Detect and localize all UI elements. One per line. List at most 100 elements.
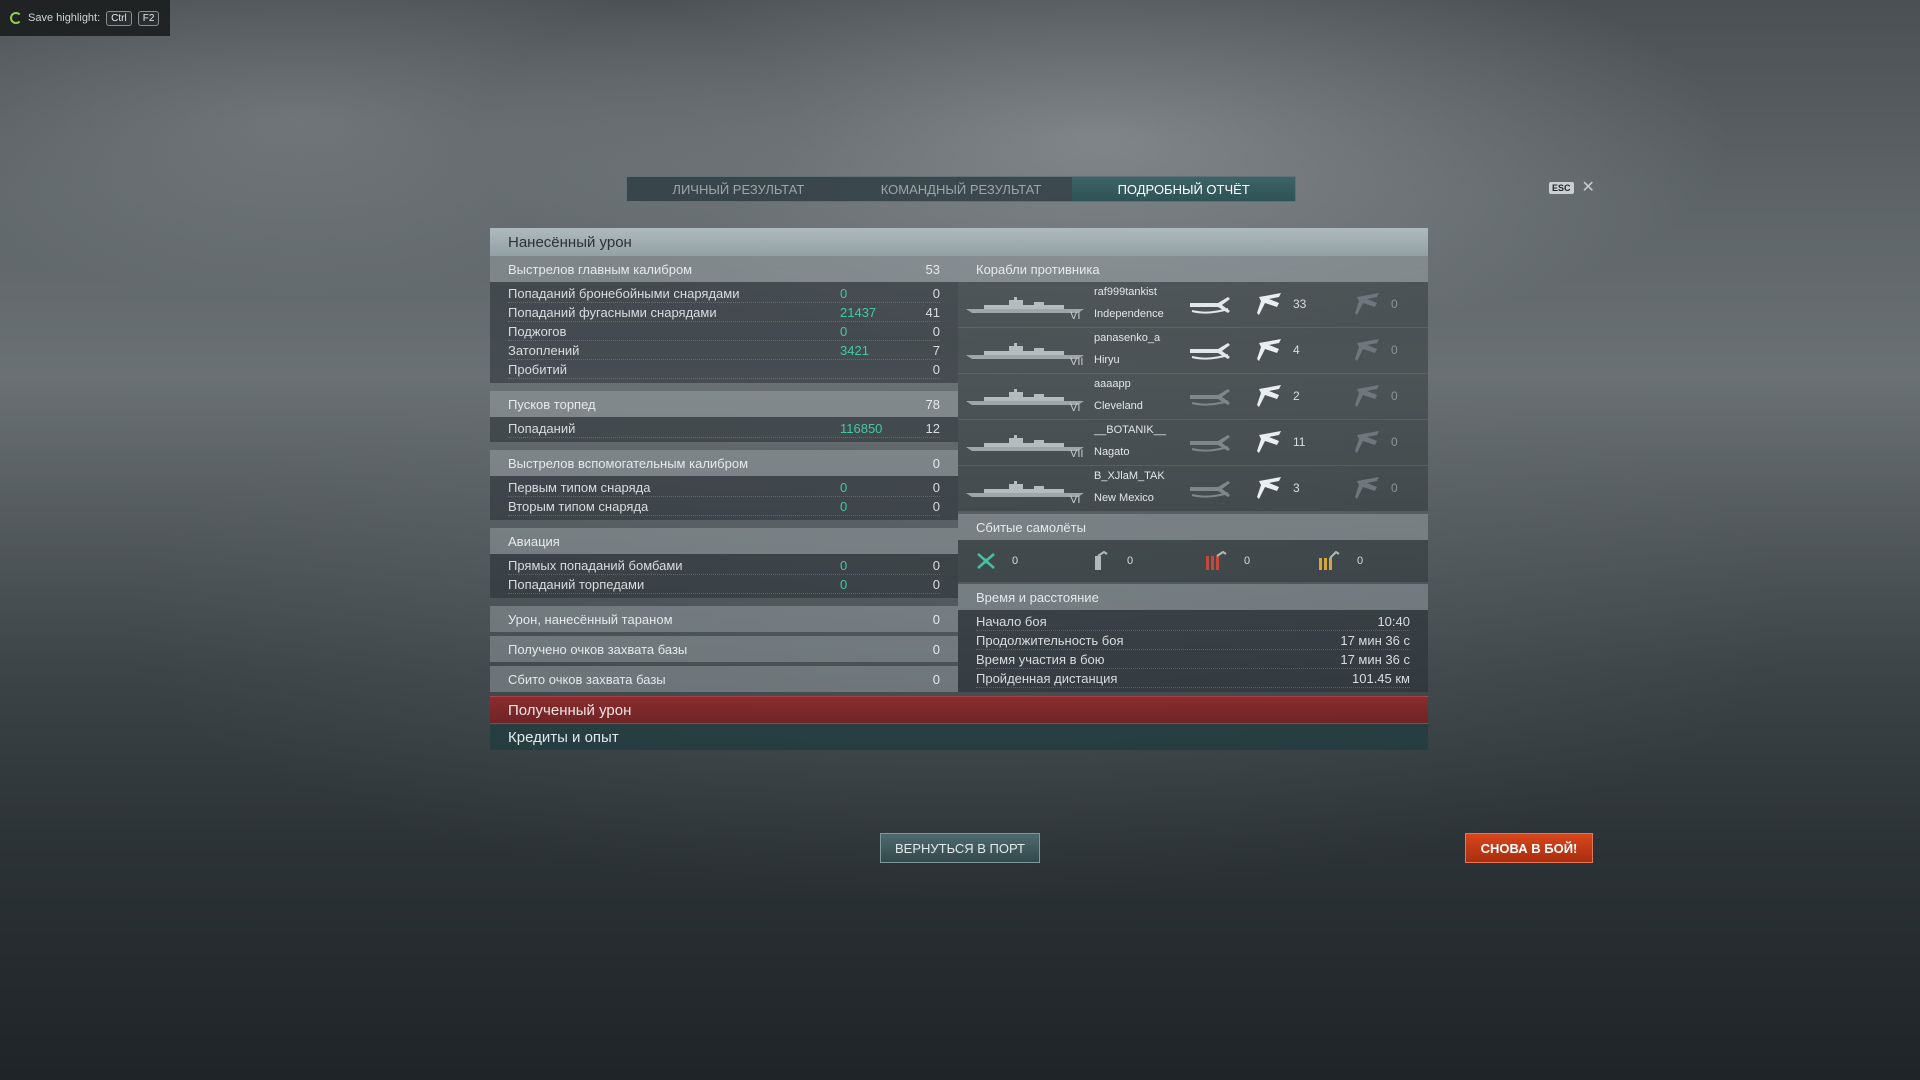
close-icon[interactable]: ✕ (1582, 180, 1595, 196)
return-to-port-button[interactable]: ВЕРНУТЬСЯ В ПОРТ (880, 833, 1040, 863)
ram-damage-row: Урон, нанесённый тараном 0 (490, 606, 958, 632)
torpedo-value: 78 (925, 396, 940, 412)
ship-silhouette-icon (964, 296, 1086, 314)
spotting-icon (1255, 475, 1285, 499)
ship-tier: VI (1070, 402, 1081, 414)
stat-row: Первым типом снаряда 0 0 (508, 478, 940, 497)
spotting-count: 3 (1293, 481, 1300, 495)
enemy-ship-row: VI raf999tankist Independence 33 0 (958, 282, 1428, 328)
damage-dealt-stats: Выстрелов главным калибром 53 Попаданий … (490, 256, 958, 696)
enemy-ships-header: Корабли противника (958, 256, 1428, 282)
stat-row: Пробитий 0 (508, 360, 940, 379)
misc-stat-icon (1353, 475, 1383, 499)
bomber-stat: 0 (1089, 550, 1202, 572)
stat-row: Начало боя 10:40 (976, 612, 1410, 631)
misc-stat-icon (1353, 383, 1383, 407)
stat-row: Вторым типом снаряда 0 0 (508, 497, 940, 516)
secondary-battery-value: 0 (932, 455, 940, 471)
ship-silhouette-icon (964, 342, 1086, 360)
stat-row: Пройденная дистанция 101.45 км (976, 669, 1410, 688)
spotting-count: 11 (1293, 435, 1306, 449)
enemy-ship-name: New Mexico (1094, 492, 1154, 504)
stat-row: Время участия в бою 17 мин 36 с (976, 650, 1410, 669)
stat-row: Попаданий фугасными снарядами 21437 41 (508, 303, 940, 322)
stat-row: Продолжительность боя 17 мин 36 с (976, 631, 1410, 650)
dive-bomber-icon (1319, 550, 1340, 570)
enemy-ship-row: VI B_XJlaM_TAK New Mexico 3 0 (958, 466, 1428, 512)
ship-tier: VI (1070, 310, 1081, 322)
aviation-label: Авиация (508, 533, 560, 549)
stat-row: Попаданий торпедами 0 0 (508, 575, 940, 594)
misc-stat-count: 0 (1391, 481, 1398, 495)
damage-type-icon (1188, 477, 1232, 499)
enemy-ship-row: VII panasenko_a Hiryu 4 0 (958, 328, 1428, 374)
stat-row: Затоплений 3421 7 (508, 341, 940, 360)
spotting-count: 2 (1293, 389, 1300, 403)
stat-row: Поджогов 0 0 (508, 322, 940, 341)
enemy-ships-section: Корабли противника VI raf999tankist Indepe… (958, 256, 1428, 696)
aviation-header: Авиация (490, 528, 958, 554)
misc-stat-count: 0 (1391, 435, 1398, 449)
damage-type-icon (1188, 431, 1232, 453)
results-tabs: ЛИЧНЫЙ РЕЗУЛЬТАТ КОМАНДНЫЙ РЕЗУЛЬТАТ ПОД… (626, 176, 1296, 202)
tab-team-result[interactable]: КОМАНДНЫЙ РЕЗУЛЬТАТ (850, 177, 1073, 201)
enemy-ship-name: Cleveland (1094, 400, 1143, 412)
fighter-stat: 0 (976, 552, 1089, 570)
enemy-player-name: panasenko_a (1094, 332, 1161, 344)
secondary-battery-label: Выстрелов вспомогательным калибром (508, 455, 749, 471)
f2-key: F2 (137, 10, 160, 26)
defense-points-row: Сбито очков захвата базы 0 (490, 666, 958, 692)
battle-again-button[interactable]: СНОВА В БОЙ! (1465, 833, 1593, 863)
torpedo-header: Пусков торпед 78 (490, 391, 958, 417)
close-control[interactable]: ESC ✕ (1549, 180, 1595, 196)
enemy-ship-row: VI aaaapp Cleveland 2 0 (958, 374, 1428, 420)
damage-received-header[interactable]: Полученный урон (490, 696, 1428, 723)
ship-tier: VII (1070, 448, 1084, 460)
spotting-count: 4 (1293, 343, 1300, 357)
spotting-icon (1255, 337, 1285, 361)
tab-personal-result[interactable]: ЛИЧНЫЙ РЕЗУЛЬТАТ (627, 177, 850, 201)
ship-tier: VII (1070, 356, 1084, 368)
damage-type-icon (1188, 293, 1232, 315)
ship-silhouette-icon (964, 434, 1086, 452)
ship-silhouette-icon (964, 480, 1086, 498)
capture-points-row: Получено очков захвата базы 0 (490, 636, 958, 662)
torpedo-label: Пусков торпед (508, 396, 596, 412)
enemy-player-name: __BOTANIK__ (1094, 424, 1166, 436)
misc-stat-icon (1353, 337, 1383, 361)
damage-type-icon (1188, 385, 1232, 407)
misc-stat-count: 0 (1391, 297, 1398, 311)
bomber-icon (1095, 550, 1108, 570)
stat-row: Прямых попаданий бомбами 0 0 (508, 556, 940, 575)
enemy-ship-name: Independence (1094, 308, 1164, 320)
misc-stat-icon (1353, 429, 1383, 453)
main-battery-header: Выстрелов главным калибром 53 (490, 256, 958, 282)
main-battery-label: Выстрелов главным калибром (508, 261, 693, 277)
enemy-ship-name: Nagato (1094, 446, 1130, 458)
spotting-icon (1255, 429, 1285, 453)
planes-shot-list: 0 0 0 0 (958, 540, 1428, 582)
enemy-player-name: aaaapp (1094, 378, 1131, 390)
credits-xp-header[interactable]: Кредиты и опыт (490, 723, 1428, 750)
loading-icon (10, 12, 22, 24)
save-highlight-label: Save highlight: (28, 12, 101, 24)
time-distance-header: Время и расстояние (958, 584, 1428, 610)
spotting-icon (1255, 383, 1285, 407)
tab-detailed-report[interactable]: ПОДРОБНЫЙ ОТЧЁТ (1072, 177, 1296, 201)
secondary-battery-header: Выстрелов вспомогательным калибром 0 (490, 450, 958, 476)
misc-stat-icon (1353, 291, 1383, 315)
ship-silhouette-icon (964, 388, 1086, 406)
main-battery-value: 53 (925, 261, 940, 277)
enemy-player-name: raf999tankist (1094, 286, 1157, 298)
spotting-icon (1255, 291, 1285, 315)
dive-bomber-stat: 0 (1315, 550, 1428, 572)
ctrl-key: Ctrl (106, 10, 132, 26)
time-distance-rows: Начало боя 10:40 Продолжительность боя 17 … (958, 610, 1428, 692)
enemy-ship-row: VII __BOTANIK__ Nagato 11 0 (958, 420, 1428, 466)
enemy-ship-name: Hiryu (1094, 354, 1120, 366)
ship-tier: VI (1070, 494, 1081, 506)
esc-key: ESC (1549, 182, 1574, 194)
detailed-report-panel: Нанесённый урон Выстрелов главным калибр… (490, 228, 1428, 750)
damage-dealt-header[interactable]: Нанесённый урон (490, 228, 1428, 256)
spotting-count: 33 (1293, 297, 1307, 311)
